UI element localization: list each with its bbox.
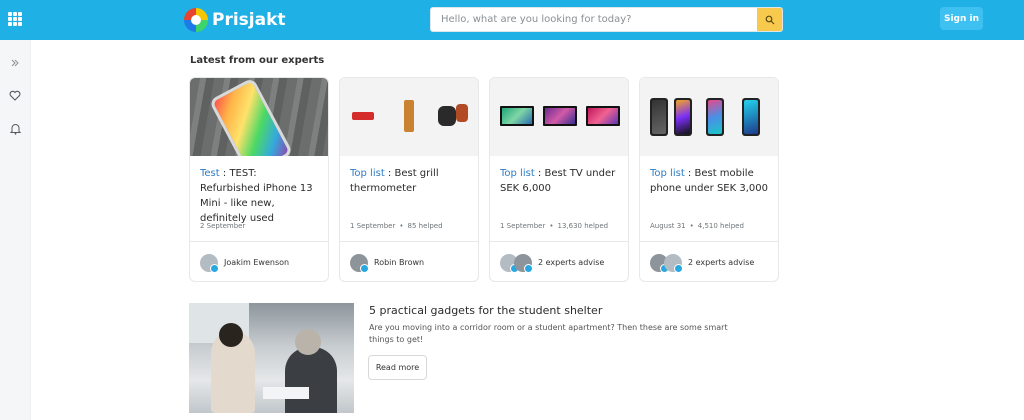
card-image (640, 78, 778, 156)
card-helped: 4,510 helped (697, 222, 744, 230)
avatar-group (500, 253, 533, 273)
card-date: August 31 (650, 222, 686, 230)
card-meta: 2 September (200, 222, 245, 230)
card-sep: : (219, 168, 230, 179)
sidebar (0, 40, 31, 420)
author-name: Robin Brown (374, 258, 425, 267)
apps-grid-icon[interactable] (8, 12, 22, 26)
meta-dot: • (399, 222, 404, 230)
card-footer: Joakim Ewenson (190, 241, 328, 281)
meta-dot: • (549, 222, 554, 230)
section-title: Latest from our experts (190, 55, 325, 66)
bell-icon[interactable] (8, 122, 22, 136)
sign-in-button[interactable]: Sign in (940, 7, 983, 30)
card-helped: 13,630 helped (557, 222, 609, 230)
card-title: Top list : Best mobile phone under SEK 3… (640, 156, 778, 212)
card-footer: 2 experts advise (490, 241, 628, 281)
card-kind: Top list (650, 168, 685, 179)
card-title: Top list : Best TV under SEK 6,000 (490, 156, 628, 212)
expand-icon[interactable] (8, 56, 22, 70)
meta-dot: • (689, 222, 694, 230)
card-footer: Robin Brown (340, 241, 478, 281)
card-date: 1 September (350, 222, 396, 230)
search-box (430, 7, 783, 32)
card-date: 1 September (500, 222, 546, 230)
expert-card[interactable]: Top list : Best grill thermometer 1 Sept… (339, 77, 479, 282)
card-kind: Test (200, 168, 220, 179)
card-helped: 85 helped (407, 222, 443, 230)
card-title: Top list : Best grill thermometer (340, 156, 478, 212)
feature-title[interactable]: 5 practical gadgets for the student shel… (369, 304, 602, 317)
avatar (664, 253, 683, 273)
feature-image[interactable] (189, 303, 354, 413)
expert-card[interactable]: Top list : Best TV under SEK 6,000 1 Sep… (489, 77, 629, 282)
logo[interactable]: Prisjakt (184, 7, 286, 33)
avatar (514, 253, 533, 273)
avatar (350, 253, 369, 273)
card-meta: 1 September • 85 helped (350, 222, 443, 230)
author-name: Joakim Ewenson (224, 258, 290, 267)
card-footer: 2 experts advise (640, 241, 778, 281)
author-name: 2 experts advise (538, 258, 605, 267)
top-bar: Prisjakt Sign in (0, 0, 1024, 40)
avatar-group (650, 253, 683, 273)
card-title: Test : TEST: Refurbished iPhone 13 Mini … (190, 156, 328, 224)
avatar (200, 253, 219, 273)
card-image (190, 78, 328, 156)
logo-text: Prisjakt (212, 10, 286, 30)
feature-description: Are you moving into a corridor room or a… (369, 323, 728, 344)
search-button[interactable] (757, 8, 782, 31)
expert-card[interactable]: Top list : Best mobile phone under SEK 3… (639, 77, 779, 282)
card-kind: Top list (350, 168, 385, 179)
search-input[interactable] (431, 8, 758, 31)
card-kind: Top list (500, 168, 535, 179)
logo-mark-icon (184, 8, 208, 32)
heart-icon[interactable] (8, 88, 22, 102)
card-meta: 1 September • 13,630 helped (500, 222, 608, 230)
card-date: 2 September (200, 222, 246, 230)
card-image (490, 78, 628, 156)
card-image (340, 78, 478, 156)
search-icon (765, 15, 774, 24)
expert-card[interactable]: Test : TEST: Refurbished iPhone 13 Mini … (189, 77, 329, 282)
author-name: 2 experts advise (688, 258, 755, 267)
read-more-button[interactable]: Read more (368, 355, 427, 380)
card-meta: August 31 • 4,510 helped (650, 222, 744, 230)
